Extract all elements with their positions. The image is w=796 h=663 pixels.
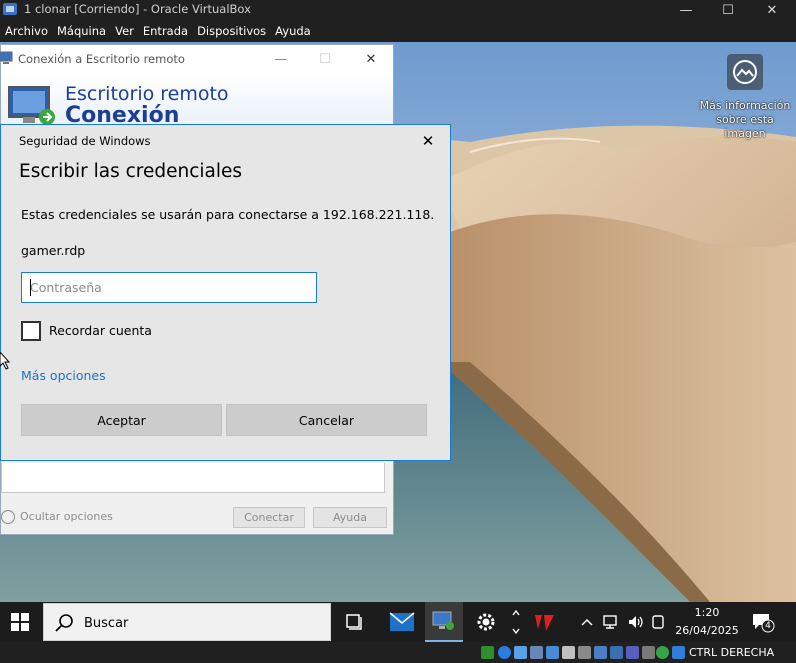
network-tray-button[interactable] <box>602 602 622 642</box>
rdc-title-bar: Conexión a Escritorio remoto — ☐ ✕ <box>0 45 393 73</box>
menu-ayuda[interactable]: Ayuda <box>275 24 311 38</box>
windows-security-dialog: Seguridad de Windows ✕ Escribir las cred… <box>0 124 451 461</box>
rdc-options-panel <box>1 463 385 493</box>
hard-disk-status-icon[interactable] <box>481 646 494 659</box>
dialog-window-title: Seguridad de Windows <box>19 134 151 148</box>
rdc-maximize-button[interactable]: ☐ <box>309 49 341 69</box>
rdc-app-icon <box>0 51 13 64</box>
rdc-banner: Escritorio remoto Conexión <box>1 73 393 128</box>
virtualbox-status-bar: CTRL DERECHA <box>0 642 796 663</box>
virtualbox-minimize-button[interactable]: — <box>664 0 708 20</box>
red-app-icon <box>535 615 554 631</box>
menu-archivo[interactable]: Archivo <box>5 24 48 38</box>
menu-dispositivos[interactable]: Dispositivos <box>197 24 266 38</box>
rdc-hide-options-link[interactable]: Ocultar opciones <box>20 510 113 523</box>
guest-taskbar: Buscar 1:20 26/04/2025 4 <box>0 602 796 642</box>
virtualbox-app-icon <box>3 3 17 15</box>
rdc-heading-line1: Escritorio remoto <box>65 83 229 105</box>
remember-account-checkbox[interactable] <box>21 321 41 341</box>
task-view-icon <box>346 614 362 630</box>
keyboard-lang-icon <box>652 615 664 629</box>
notification-count-badge: 4 <box>765 621 771 631</box>
chevron-up-icon[interactable] <box>1 510 15 524</box>
chevron-up-down-icon <box>512 609 520 635</box>
remote-desktop-monitor-icon <box>8 86 55 125</box>
text-caret <box>30 279 31 296</box>
audio-status-icon[interactable] <box>514 646 527 659</box>
virtualbox-maximize-button[interactable]: ☐ <box>706 0 750 20</box>
tray-expand-button[interactable] <box>578 602 596 642</box>
task-view-button[interactable] <box>336 602 374 642</box>
mouse-integration-status-icon[interactable] <box>642 646 655 659</box>
windows-logo-icon <box>11 613 29 631</box>
rdc-help-button[interactable]: Ayuda <box>313 507 387 528</box>
shared-folders-status-icon[interactable] <box>562 646 575 659</box>
virtualbox-title-bar: 1 clonar [Corriendo] - Oracle VirtualBox… <box>0 0 796 20</box>
virtualbox-window-title: 1 clonar [Corriendo] - Oracle VirtualBox <box>24 2 251 16</box>
more-options-link[interactable]: Más opciones <box>21 368 106 383</box>
remote-desktop-icon <box>432 611 454 630</box>
wallpaper-info-line2: sobre esta imagen <box>716 113 774 140</box>
dialog-message: Estas credenciales se usarán para conect… <box>21 207 435 222</box>
rdc-bottom-row: Ocultar opciones Conectar Ayuda <box>1 505 393 529</box>
host-key-label: CTRL DERECHA <box>689 646 775 659</box>
remember-account-label[interactable]: Recordar cuenta <box>49 323 152 338</box>
clock-date[interactable]: 26/04/2025 <box>672 624 742 637</box>
network-icon <box>603 615 617 629</box>
virtualbox-close-button[interactable]: ✕ <box>750 0 794 20</box>
taskbar-mail-app[interactable] <box>382 602 422 642</box>
password-input[interactable] <box>21 272 317 303</box>
clock-time[interactable]: 1:20 <box>680 606 734 619</box>
keyboard-capture-status-icon[interactable] <box>656 646 669 659</box>
virtualbox-menu-bar: Archivo Máquina Ver Entrada Dispositivos… <box>0 20 796 42</box>
menu-ver[interactable]: Ver <box>115 24 134 38</box>
search-icon <box>55 614 73 632</box>
speaker-icon <box>629 616 643 628</box>
start-button[interactable] <box>0 602 40 642</box>
recording-status-icon[interactable] <box>594 646 607 659</box>
display-status-icon[interactable] <box>578 646 591 659</box>
optical-drive-status-icon[interactable] <box>498 646 511 659</box>
taskbar-settings-app[interactable] <box>466 602 506 642</box>
network-status-icon[interactable] <box>530 646 543 659</box>
input-tray-button[interactable] <box>650 602 668 642</box>
chevron-up-icon <box>581 618 593 626</box>
rdp-filename: gamer.rdp <box>21 243 86 258</box>
dialog-close-button[interactable]: ✕ <box>417 131 439 151</box>
vt-x-status-icon[interactable] <box>610 646 623 659</box>
rdc-close-button[interactable]: ✕ <box>355 49 387 69</box>
rdc-window-title: Conexión a Escritorio remoto <box>18 52 185 66</box>
menu-maquina[interactable]: Máquina <box>57 24 106 38</box>
taskbar-overflow-handle[interactable] <box>510 602 522 642</box>
mouse-pointer-icon <box>0 352 10 370</box>
dialog-heading: Escribir las credenciales <box>19 161 243 182</box>
accept-button[interactable]: Aceptar <box>21 404 222 436</box>
usb-status-icon[interactable] <box>546 646 559 659</box>
rdc-connect-button[interactable]: Conectar <box>233 507 305 528</box>
gear-icon <box>477 613 495 631</box>
menu-entrada[interactable]: Entrada <box>143 24 188 38</box>
taskbar-red-app[interactable] <box>526 602 562 642</box>
virtualization-status-icon[interactable] <box>626 646 639 659</box>
mail-icon <box>389 612 415 631</box>
taskbar-search-box[interactable]: Buscar <box>43 603 331 641</box>
wallpaper-info-widget[interactable]: Más información sobre esta imagen <box>694 54 796 141</box>
cancel-button[interactable]: Cancelar <box>226 404 427 436</box>
taskbar-remote-desktop-app[interactable] <box>425 602 463 642</box>
host-key-arrow-icon[interactable] <box>672 646 685 659</box>
taskbar-search-placeholder: Buscar <box>84 616 129 631</box>
volume-tray-button[interactable] <box>626 602 646 642</box>
wallpaper-info-line1: Más información <box>699 99 791 112</box>
camera-icon <box>727 54 763 90</box>
rdc-minimize-button[interactable]: — <box>265 49 297 69</box>
